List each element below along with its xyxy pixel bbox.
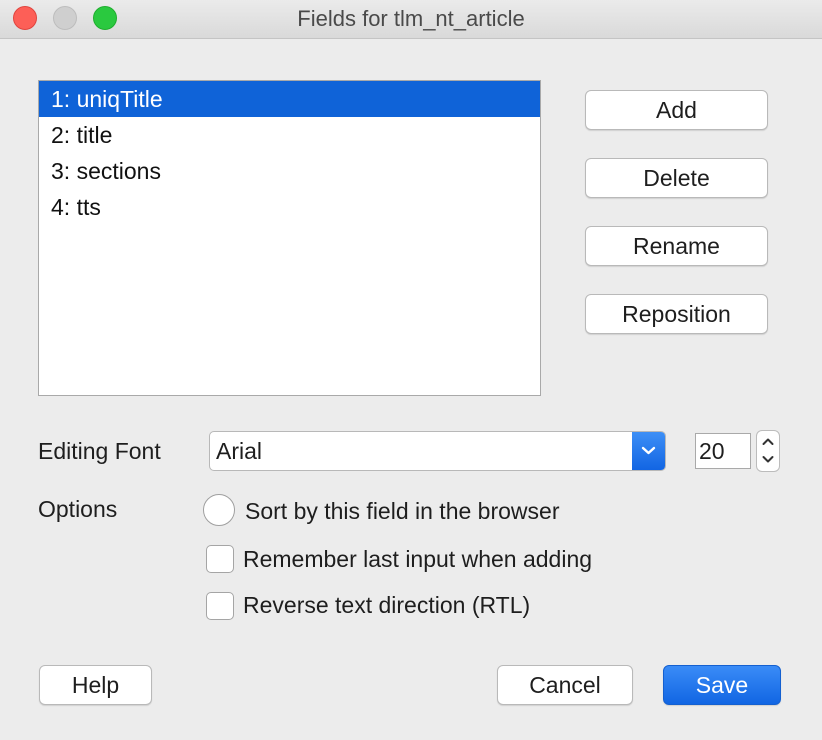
- window-title: Fields for tlm_nt_article: [297, 6, 525, 31]
- editing-font-value: Arial: [216, 438, 263, 464]
- add-field-button[interactable]: Add: [585, 90, 768, 130]
- editing-font-label: Editing Font: [38, 438, 161, 464]
- reposition-field-button[interactable]: Reposition: [585, 294, 768, 334]
- title-bar: Fields for tlm_nt_article: [0, 0, 822, 39]
- help-button[interactable]: Help: [39, 665, 152, 705]
- field-list-item[interactable]: 4: tts: [39, 189, 540, 225]
- reverse-text-direction-checkbox[interactable]: [206, 592, 234, 620]
- editing-font-select[interactable]: Arial: [209, 431, 666, 471]
- field-list-item[interactable]: 1: uniqTitle: [39, 81, 540, 117]
- save-button[interactable]: Save: [663, 665, 781, 705]
- remember-last-input-label[interactable]: Remember last input when adding: [243, 546, 592, 573]
- font-size-field[interactable]: 20: [695, 433, 751, 469]
- field-list-item[interactable]: 2: title: [39, 117, 540, 153]
- reverse-text-direction-label[interactable]: Reverse text direction (RTL): [243, 592, 530, 619]
- chevron-updown-icon[interactable]: [632, 432, 665, 470]
- fields-list[interactable]: 1: uniqTitle 2: title 3: sections 4: tts: [38, 80, 541, 396]
- options-label: Options: [38, 496, 118, 522]
- chevron-up-icon[interactable]: [757, 433, 779, 451]
- font-size-stepper[interactable]: [756, 430, 780, 472]
- cancel-button[interactable]: Cancel: [497, 665, 633, 705]
- rename-field-button[interactable]: Rename: [585, 226, 768, 266]
- sort-by-field-label[interactable]: Sort by this field in the browser: [245, 498, 559, 525]
- remember-last-input-checkbox[interactable]: [206, 545, 234, 573]
- sort-by-field-radio[interactable]: [203, 494, 235, 526]
- field-list-item[interactable]: 3: sections: [39, 153, 540, 189]
- delete-field-button[interactable]: Delete: [585, 158, 768, 198]
- chevron-down-icon[interactable]: [757, 451, 779, 469]
